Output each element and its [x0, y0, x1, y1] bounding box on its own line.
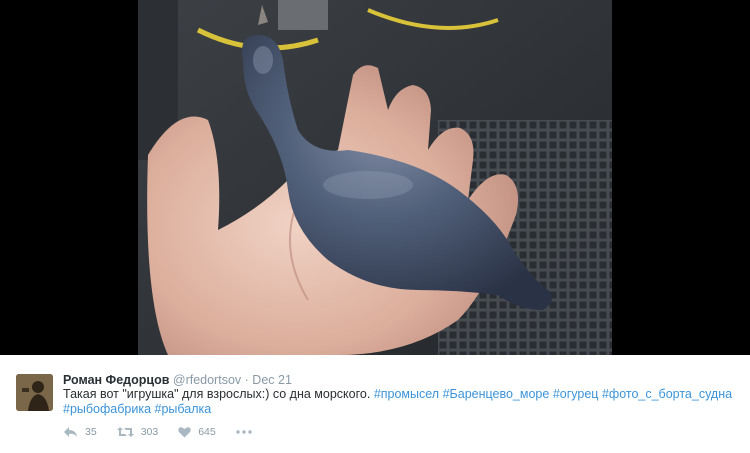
- retweet-count: 303: [140, 426, 159, 438]
- hashtag[interactable]: #Баренцево_море: [443, 387, 550, 401]
- tweet-photo[interactable]: [138, 0, 612, 355]
- tweet-header: Роман Федорцов @rfedortsov · Dec 21: [63, 372, 292, 388]
- hashtag[interactable]: #промысел: [374, 387, 439, 401]
- reply-button[interactable]: 35: [63, 426, 97, 438]
- more-button[interactable]: [236, 430, 252, 434]
- retweet-icon: [116, 427, 134, 437]
- heart-icon: [178, 427, 191, 438]
- separator: ·: [244, 373, 249, 387]
- tweet: Роман Федорцов @rfedortsov · Dec 21 Така…: [0, 355, 750, 453]
- retweet-button[interactable]: 303: [116, 426, 159, 438]
- avatar[interactable]: [16, 374, 53, 411]
- author-name[interactable]: Роман Федорцов: [63, 373, 169, 387]
- hashtag[interactable]: #рыбофабрика: [63, 402, 151, 416]
- tweet-text: Такая вот "игрушка" для взрослых:) со дн…: [63, 387, 738, 417]
- tweet-text-plain: Такая вот "игрушка" для взрослых:) со дн…: [63, 387, 371, 401]
- tweet-media[interactable]: [0, 0, 750, 355]
- like-button[interactable]: 645: [178, 426, 216, 438]
- tweet-date[interactable]: Dec 21: [252, 373, 292, 387]
- tweet-actions: 35 303 645: [63, 422, 272, 442]
- reply-icon: [64, 427, 77, 437]
- more-icon: [236, 430, 252, 434]
- author-handle[interactable]: @rfedortsov: [173, 373, 241, 387]
- hashtag[interactable]: #фото_с_борта_судна: [602, 387, 732, 401]
- hashtag[interactable]: #огурец: [553, 387, 599, 401]
- hashtag[interactable]: #рыбалка: [155, 402, 212, 416]
- reply-count: 35: [85, 426, 97, 438]
- like-count: 645: [198, 426, 216, 438]
